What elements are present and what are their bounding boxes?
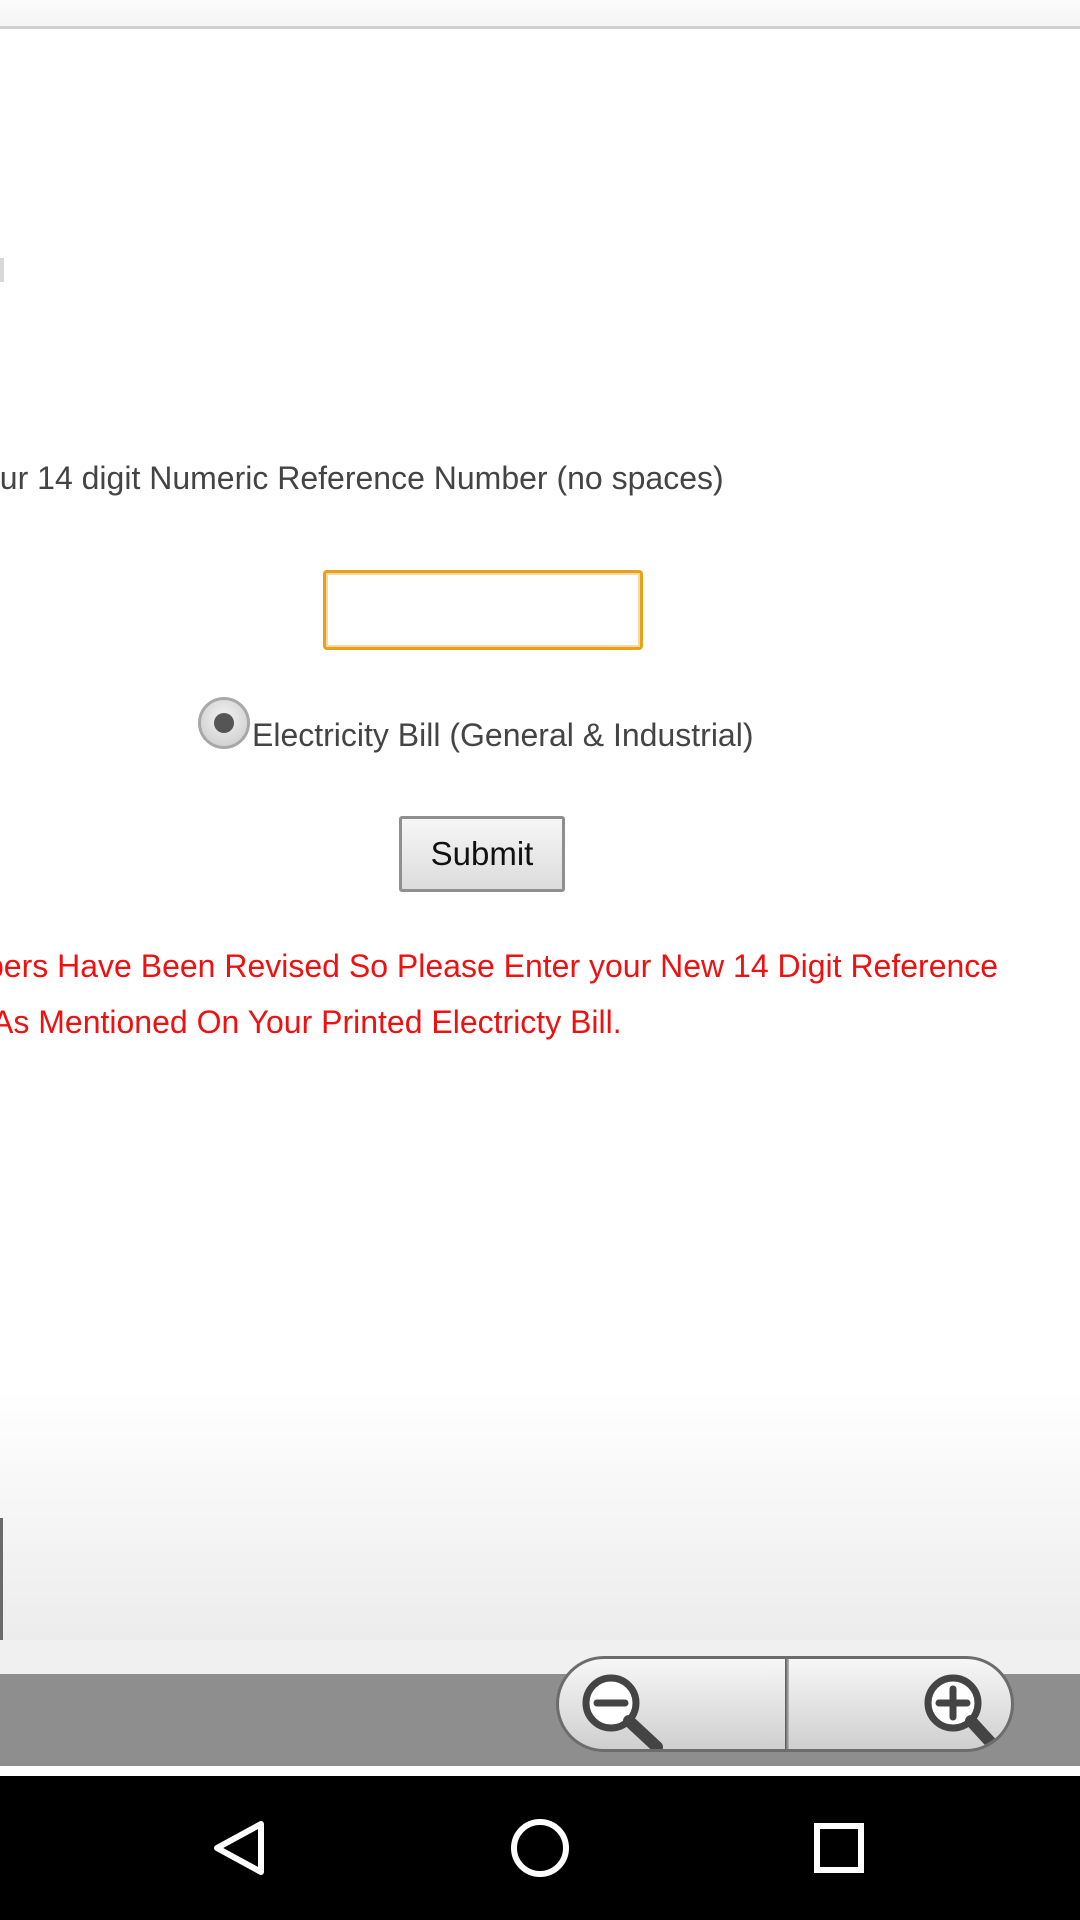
web-page: our 14 digit Numeric Reference Number (n… (0, 0, 1080, 1780)
home-button[interactable] (496, 1804, 584, 1892)
top-divider (0, 0, 1080, 29)
submit-button[interactable]: Submit (399, 816, 565, 892)
back-button[interactable] (197, 1804, 285, 1892)
zoom-out-button[interactable] (559, 1659, 785, 1749)
zoom-controls (556, 1656, 1014, 1752)
electricity-bill-radio[interactable] (198, 697, 250, 749)
reference-number-input[interactable] (323, 570, 643, 650)
electricity-bill-radio-label[interactable]: Electricity Bill (General & Industrial) (252, 717, 753, 754)
zoom-out-magnifier-icon (582, 1674, 663, 1749)
radio-selected-dot (214, 713, 234, 733)
footer-edge-fragment (0, 1518, 3, 1640)
system-navigation-bar (0, 1776, 1080, 1920)
notice-line-1: bers Have Been Revised So Please Enter y… (0, 948, 999, 984)
reference-number-instruction: our 14 digit Numeric Reference Number (n… (0, 460, 724, 496)
notice-line-2: As Mentioned On Your Printed Electricty … (0, 1004, 622, 1040)
zoom-in-magnifier-icon (924, 1674, 999, 1749)
square-recents-icon (814, 1823, 864, 1873)
zoom-in-button[interactable] (789, 1659, 1011, 1749)
page-footer-shade (0, 1390, 1080, 1640)
triangle-back-icon (214, 1821, 264, 1875)
recents-button[interactable] (795, 1804, 883, 1892)
circle-home-icon (511, 1819, 569, 1877)
zoom-toolbar-bottom-edge (0, 1766, 1080, 1776)
left-edge-fragment (0, 258, 4, 282)
